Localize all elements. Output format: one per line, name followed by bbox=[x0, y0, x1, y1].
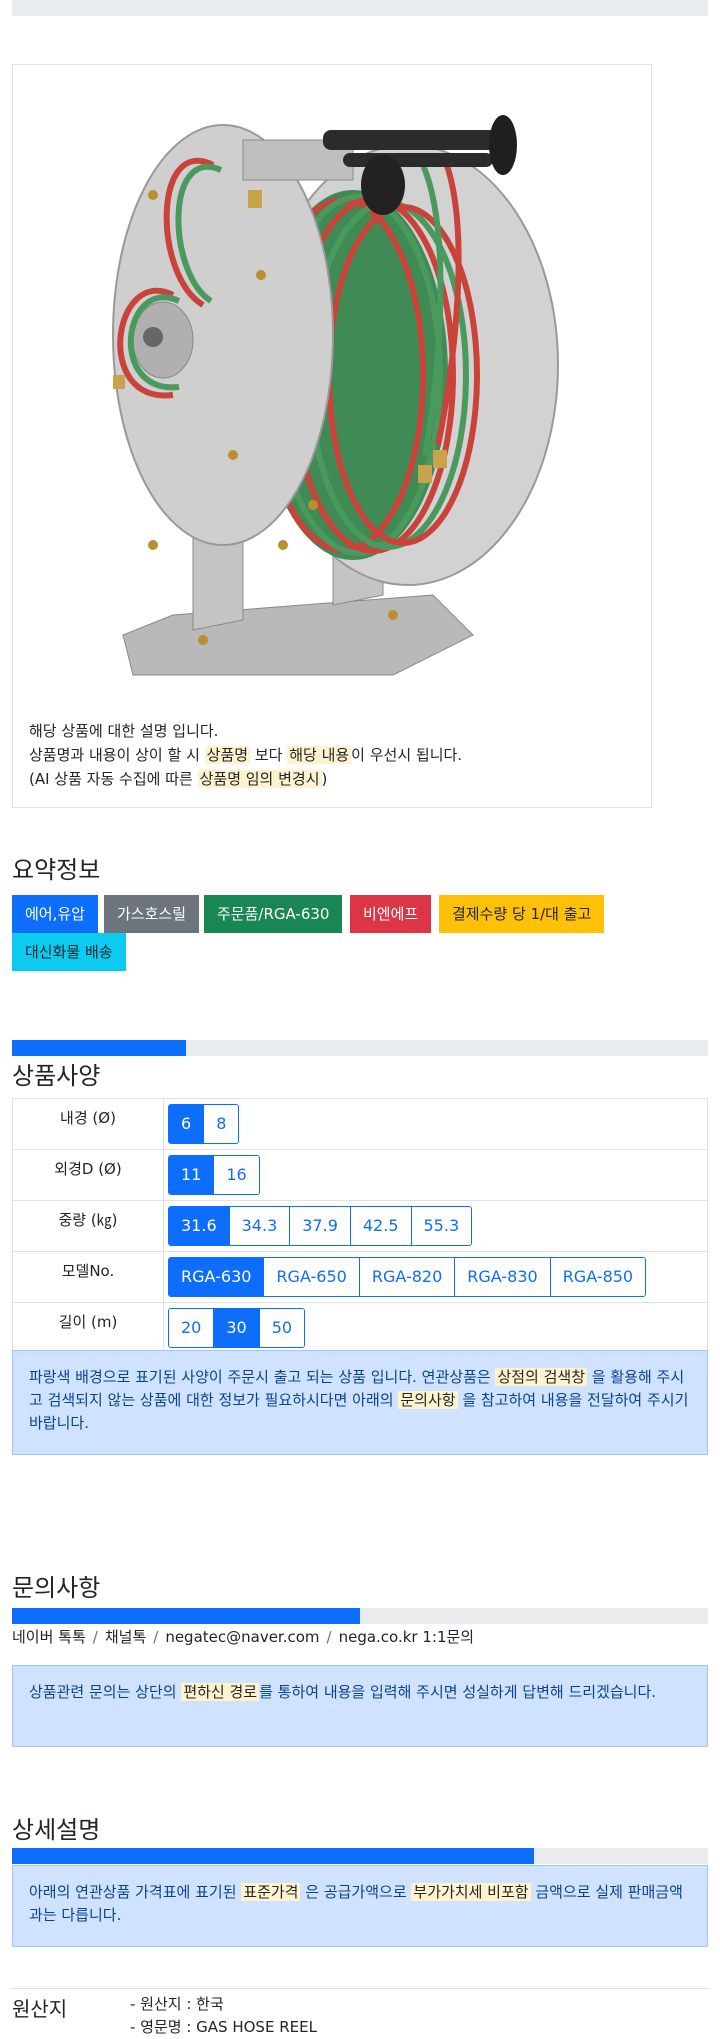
spec-label: 외경D (Ø) bbox=[12, 1149, 164, 1201]
spec-row: 외경D (Ø) 11 16 bbox=[12, 1149, 708, 1201]
desc-line-3: (AI 상품 자동 수집에 따른 상품명 임의 변경시) bbox=[29, 770, 328, 788]
spec-option-button[interactable]: 6 bbox=[169, 1105, 204, 1143]
contact-links: 네이버 톡톡 / 채널톡 / negatec@naver.com / nega.co.kr … bbox=[12, 1626, 474, 1647]
option-button-group: 31.6 34.3 37.9 42.5 55.3 bbox=[168, 1206, 473, 1246]
highlight: 표준가격 bbox=[241, 1883, 301, 1901]
spec-label: 중량 (㎏) bbox=[12, 1200, 164, 1252]
badge-delivery[interactable]: 대신화물 배송 bbox=[12, 933, 126, 971]
badge-brand[interactable]: 비엔에프 bbox=[350, 895, 432, 933]
spec-row: 중량 (㎏) 31.6 34.3 37.9 42.5 55.3 bbox=[12, 1200, 708, 1252]
inquiry-progress-bar bbox=[12, 1608, 708, 1624]
spec-option-button[interactable]: 8 bbox=[203, 1105, 239, 1143]
spec-row: 길이 (m) 20 30 50 bbox=[12, 1302, 708, 1354]
contact-channel-talk[interactable]: 채널톡 bbox=[105, 1628, 146, 1646]
top-progress-bar bbox=[12, 0, 708, 16]
highlight: 상품명 bbox=[204, 746, 251, 764]
spec-options: 11 16 bbox=[163, 1149, 708, 1201]
option-button-group: 11 16 bbox=[168, 1155, 260, 1195]
spec-option-button[interactable]: 31.6 bbox=[169, 1207, 229, 1245]
spec-options: RGA-630 RGA-650 RGA-820 RGA-830 RGA-850 bbox=[163, 1251, 708, 1303]
highlight: 상품명 임의 변경시 bbox=[197, 770, 322, 788]
spec-option-button[interactable]: 11 bbox=[169, 1156, 214, 1194]
origin-list: - 원산지 : 한국 - 영문명 : GAS HOSE REEL bbox=[130, 1993, 317, 2039]
separator: / bbox=[153, 1628, 159, 1646]
detail-title: 상세설명 bbox=[12, 1816, 101, 1844]
separator: / bbox=[326, 1628, 332, 1646]
highlight: 상점의 검색창 bbox=[495, 1368, 588, 1386]
detail-progress-bar bbox=[12, 1848, 708, 1864]
spec-option-button[interactable]: RGA-630 bbox=[169, 1258, 264, 1296]
origin-section: 원산지 - 원산지 : 한국 - 영문명 : GAS HOSE REEL bbox=[12, 1988, 708, 2036]
highlight: 부가가치세 비포함 bbox=[411, 1883, 531, 1901]
spec-label: 모델No. bbox=[12, 1251, 164, 1303]
spec-title: 상품사양 bbox=[12, 1062, 101, 1090]
progress-fill bbox=[12, 1040, 186, 1056]
spec-option-button[interactable]: RGA-820 bbox=[358, 1258, 455, 1296]
spec-option-button[interactable]: 16 bbox=[213, 1156, 259, 1194]
desc-line-2: 상품명과 내용이 상이 할 시 상품명 보다 해당 내용 이 우선시 됩니다. bbox=[29, 746, 463, 764]
highlight: 편하신 경로 bbox=[181, 1683, 260, 1701]
spec-option-button[interactable]: RGA-830 bbox=[454, 1258, 550, 1296]
spec-table: 내경 (Ø) 6 8 외경D (Ø) 11 16 중량 (㎏) 31.6 34.3 37.9 42.… bbox=[12, 1098, 708, 1354]
spec-option-button[interactable]: 20 bbox=[169, 1309, 214, 1347]
spec-label: 내경 (Ø) bbox=[12, 1098, 164, 1150]
progress-fill bbox=[12, 1608, 360, 1624]
spec-option-button[interactable]: RGA-850 bbox=[549, 1258, 646, 1296]
option-button-group: 68 bbox=[168, 1104, 240, 1144]
spec-options: 68 bbox=[163, 1098, 708, 1150]
product-image bbox=[112, 115, 559, 676]
product-card: 해당 상품에 대한 설명 입니다. 상품명과 내용이 상이 할 시 상품명 보다… bbox=[12, 64, 652, 808]
origin-label: 원산지 bbox=[12, 1997, 68, 2021]
badge-shipping-qty[interactable]: 결제수량 당 1/대 출고 bbox=[439, 895, 605, 933]
contact-website-inquiry[interactable]: nega.co.kr 1:1문의 bbox=[339, 1628, 475, 1646]
spec-option-button[interactable]: 55.3 bbox=[410, 1207, 472, 1245]
option-button-group: RGA-630 RGA-650 RGA-820 RGA-830 RGA-850 bbox=[168, 1257, 647, 1297]
summary-title: 요약정보 bbox=[12, 856, 101, 884]
inquiry-notice: 상품관련 문의는 상단의 편하신 경로 를 통하여 내용을 입력해 주시면 성실하… bbox=[12, 1665, 708, 1747]
origin-english-name: - 영문명 : GAS HOSE REEL bbox=[130, 2018, 317, 2036]
spec-option-button[interactable]: 30 bbox=[213, 1309, 259, 1347]
badge-subcategory[interactable]: 가스호스릴 bbox=[104, 895, 200, 933]
spec-options: 20 30 50 bbox=[163, 1302, 708, 1354]
badge-order-model[interactable]: 주문품/RGA-630 bbox=[204, 895, 343, 933]
spec-options: 31.6 34.3 37.9 42.5 55.3 bbox=[163, 1200, 708, 1252]
spec-progress-bar bbox=[12, 1040, 708, 1056]
option-button-group: 20 30 50 bbox=[168, 1308, 306, 1348]
spec-row: 모델No. RGA-630 RGA-650 RGA-820 RGA-830 RGA-850 bbox=[12, 1251, 708, 1303]
contact-email[interactable]: negatec@naver.com bbox=[165, 1628, 319, 1646]
spec-option-button[interactable]: RGA-650 bbox=[263, 1258, 359, 1296]
desc-line-1: 해당 상품에 대한 설명 입니다. bbox=[29, 722, 219, 740]
spec-option-button[interactable]: 37.9 bbox=[289, 1207, 350, 1245]
spec-row: 내경 (Ø) 6 8 bbox=[12, 1098, 708, 1150]
separator: / bbox=[92, 1628, 98, 1646]
contact-naver-talk[interactable]: 네이버 톡톡 bbox=[12, 1628, 86, 1646]
spec-option-button[interactable]: 50 bbox=[258, 1309, 305, 1347]
spec-label: 길이 (m) bbox=[12, 1302, 164, 1354]
badge-category[interactable]: 에어,유압 bbox=[12, 895, 98, 933]
spec-option-button[interactable]: 42.5 bbox=[349, 1207, 411, 1245]
spec-option-button[interactable]: 34.3 bbox=[228, 1207, 290, 1245]
origin-country: - 원산지 : 한국 bbox=[130, 1995, 224, 2013]
highlight: 해당 내용 bbox=[287, 746, 352, 764]
inquiry-title: 문의사항 bbox=[12, 1574, 101, 1602]
highlight: 문의사항 bbox=[398, 1391, 458, 1409]
product-description: 해당 상품에 대한 설명 입니다. 상품명과 내용이 상이 할 시 상품명 보다… bbox=[29, 719, 462, 791]
spec-notice: 파랑색 배경으로 표기된 사양이 주문시 출고 되는 상품 입니다. 연관상품은… bbox=[12, 1350, 708, 1455]
detail-notice: 아래의 연관상품 가격표에 표기된 표준가격 은 공급가액으로 부가가치세 비포… bbox=[12, 1865, 708, 1947]
progress-fill bbox=[12, 1848, 534, 1864]
